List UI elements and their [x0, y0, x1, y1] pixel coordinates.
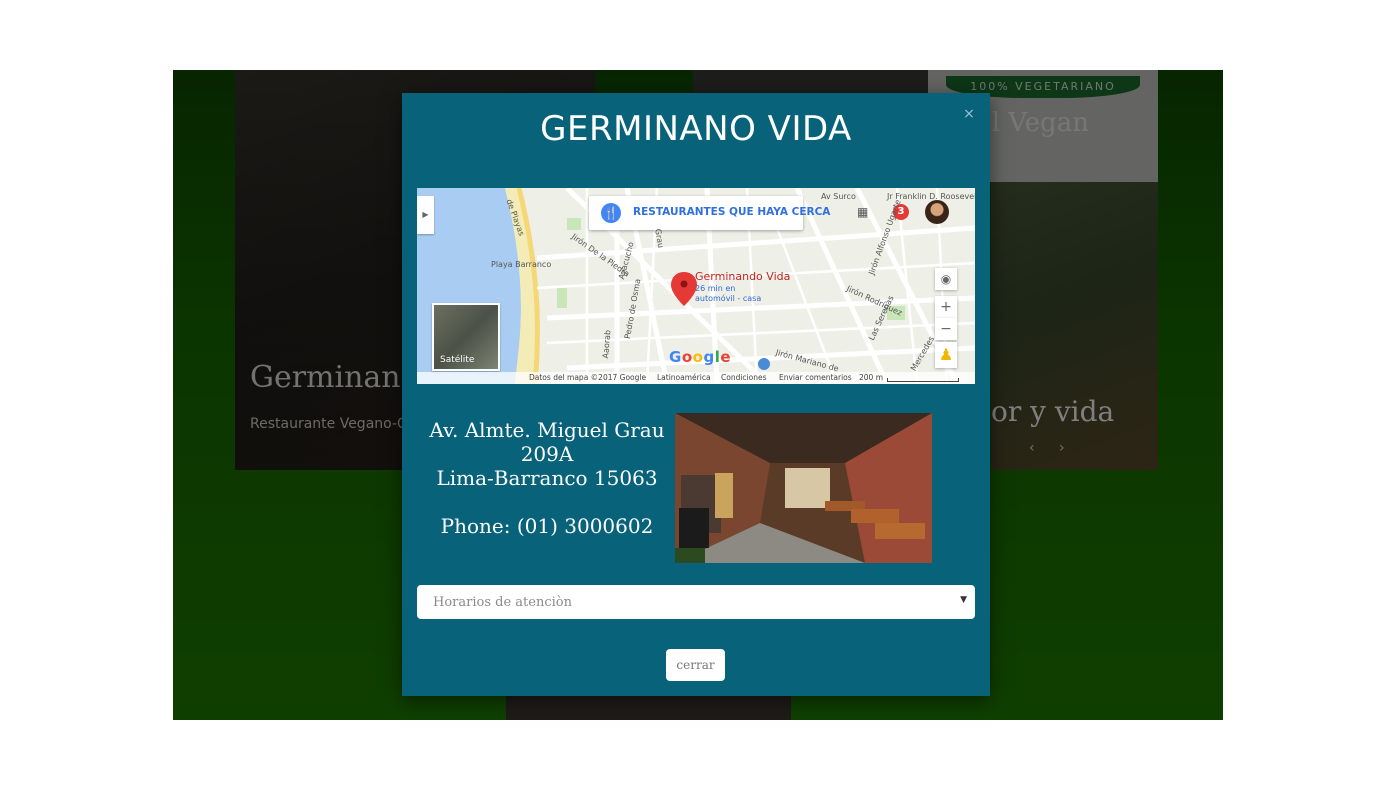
- google-logo-letter: e: [720, 348, 732, 366]
- map-region-link[interactable]: Latinoamérica: [657, 372, 711, 384]
- zoom-out-button[interactable]: −: [935, 318, 957, 340]
- my-location-icon[interactable]: ◉: [935, 268, 957, 290]
- map-terms-link[interactable]: Condiciones: [721, 372, 767, 384]
- map-eta-line2: automóvil - casa: [695, 294, 762, 303]
- map-side-toggle[interactable]: ▶: [417, 196, 434, 234]
- satellite-label: Satélite: [440, 355, 475, 365]
- map-label-av-surco: Av Surco: [821, 192, 856, 201]
- modal-title: GERMINANO VIDA: [540, 109, 852, 149]
- schedule-placeholder: Horarios de atenciòn: [433, 595, 572, 610]
- restaurant-icon: 🍴: [601, 203, 621, 223]
- map-place-name[interactable]: Germinando Vida: [695, 270, 790, 283]
- map-label-playa: Playa Barranco: [491, 260, 552, 269]
- phone-number: Phone: (01) 3000602: [440, 514, 654, 538]
- map-report-link[interactable]: Enviar comentarios: [779, 372, 852, 384]
- google-logo-letter: o: [692, 348, 704, 366]
- google-logo: Google: [669, 348, 731, 366]
- zoom-in-button[interactable]: +: [935, 296, 957, 318]
- schedule-select[interactable]: Horarios de atenciòn ▼: [417, 585, 975, 619]
- map-footer: Datos del mapa ©2017 Google Latinoaméric…: [417, 372, 975, 384]
- apps-grid-icon[interactable]: ▦: [857, 205, 871, 219]
- pegman-icon[interactable]: ♟: [935, 342, 957, 368]
- map-eta: 26 min en automóvil - casa: [695, 284, 761, 304]
- restaurant-interior-image: [675, 413, 932, 563]
- map-eta-line1: 26 min en: [695, 284, 736, 293]
- map-scale-bar: [887, 378, 959, 382]
- map-search-box[interactable]: 🍴 RESTAURANTES QUE HAYA CERCA: [589, 196, 830, 230]
- restaurant-photo: [675, 413, 932, 563]
- map-search-label: RESTAURANTES QUE HAYA CERCA: [633, 206, 831, 218]
- map-data-credit: Datos del mapa ©2017 Google: [529, 373, 647, 382]
- google-logo-letter: g: [703, 348, 715, 366]
- map-scale-label: 200 m: [859, 373, 884, 382]
- chevron-down-icon: ▼: [960, 595, 967, 605]
- restaurant-modal: × GERMINANO VIDA ▶ 🍴 RESTAURANTES QUE HA…: [402, 93, 990, 696]
- address-line-2: Lima-Barranco 15063: [436, 466, 658, 490]
- address-block: Av. Almte. Miguel Grau 209A Lima-Barranc…: [418, 418, 676, 562]
- google-logo-letter: G: [669, 348, 682, 366]
- google-map[interactable]: ▶ 🍴 RESTAURANTES QUE HAYA CERCA ▦ 3 Play…: [417, 188, 975, 384]
- close-button[interactable]: cerrar: [666, 649, 725, 681]
- google-logo-letter: o: [681, 348, 693, 366]
- avatar[interactable]: [925, 200, 949, 224]
- satellite-toggle[interactable]: Satélite: [432, 303, 500, 371]
- address-line-1: Av. Almte. Miguel Grau 209A: [429, 418, 665, 466]
